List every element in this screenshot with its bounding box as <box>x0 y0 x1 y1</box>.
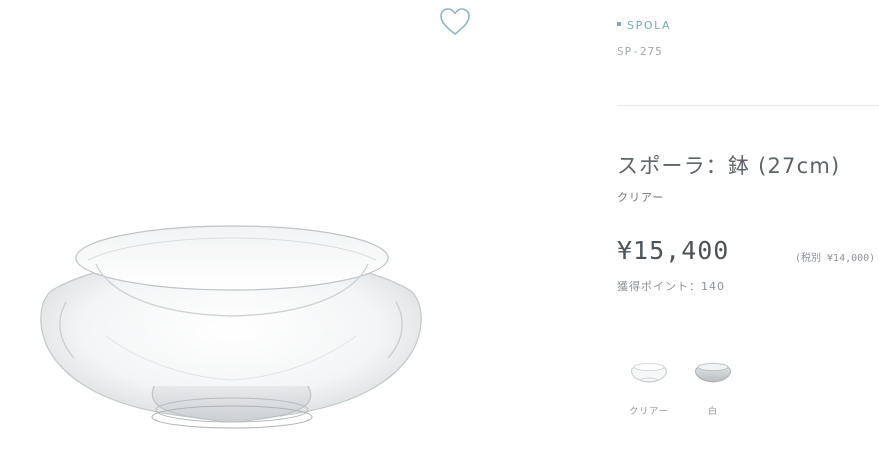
bullet-icon <box>617 22 621 26</box>
product-sku: SP-275 <box>617 45 663 58</box>
variant-white-thumbnail <box>695 363 731 383</box>
variant-white[interactable]: 白 <box>687 360 739 417</box>
variant-clear-thumbnail <box>631 363 667 383</box>
product-image <box>40 225 422 429</box>
brand-label: SPOLA <box>627 19 672 32</box>
divider <box>617 105 879 106</box>
product-info: SPOLA SP-275 スポーラ：鉢 (27cm) クリアー ¥15,400 … <box>617 0 879 461</box>
favorite-button[interactable] <box>438 6 472 38</box>
product-color: クリアー <box>617 191 665 204</box>
heart-outline-icon <box>440 8 470 35</box>
variant-label: 白 <box>707 407 718 417</box>
product-title: スポーラ：鉢 (27cm) <box>617 154 841 178</box>
product-gallery <box>0 0 600 461</box>
brand-link[interactable]: SPOLA <box>617 19 671 32</box>
variant-clear[interactable]: クリアー <box>623 360 675 417</box>
price-tax-note: (税別 ¥14,000) <box>795 253 876 264</box>
variant-label: クリアー <box>629 407 669 417</box>
reward-points: 獲得ポイント：140 <box>617 280 725 293</box>
product-price: ¥15,400 <box>617 236 730 265</box>
